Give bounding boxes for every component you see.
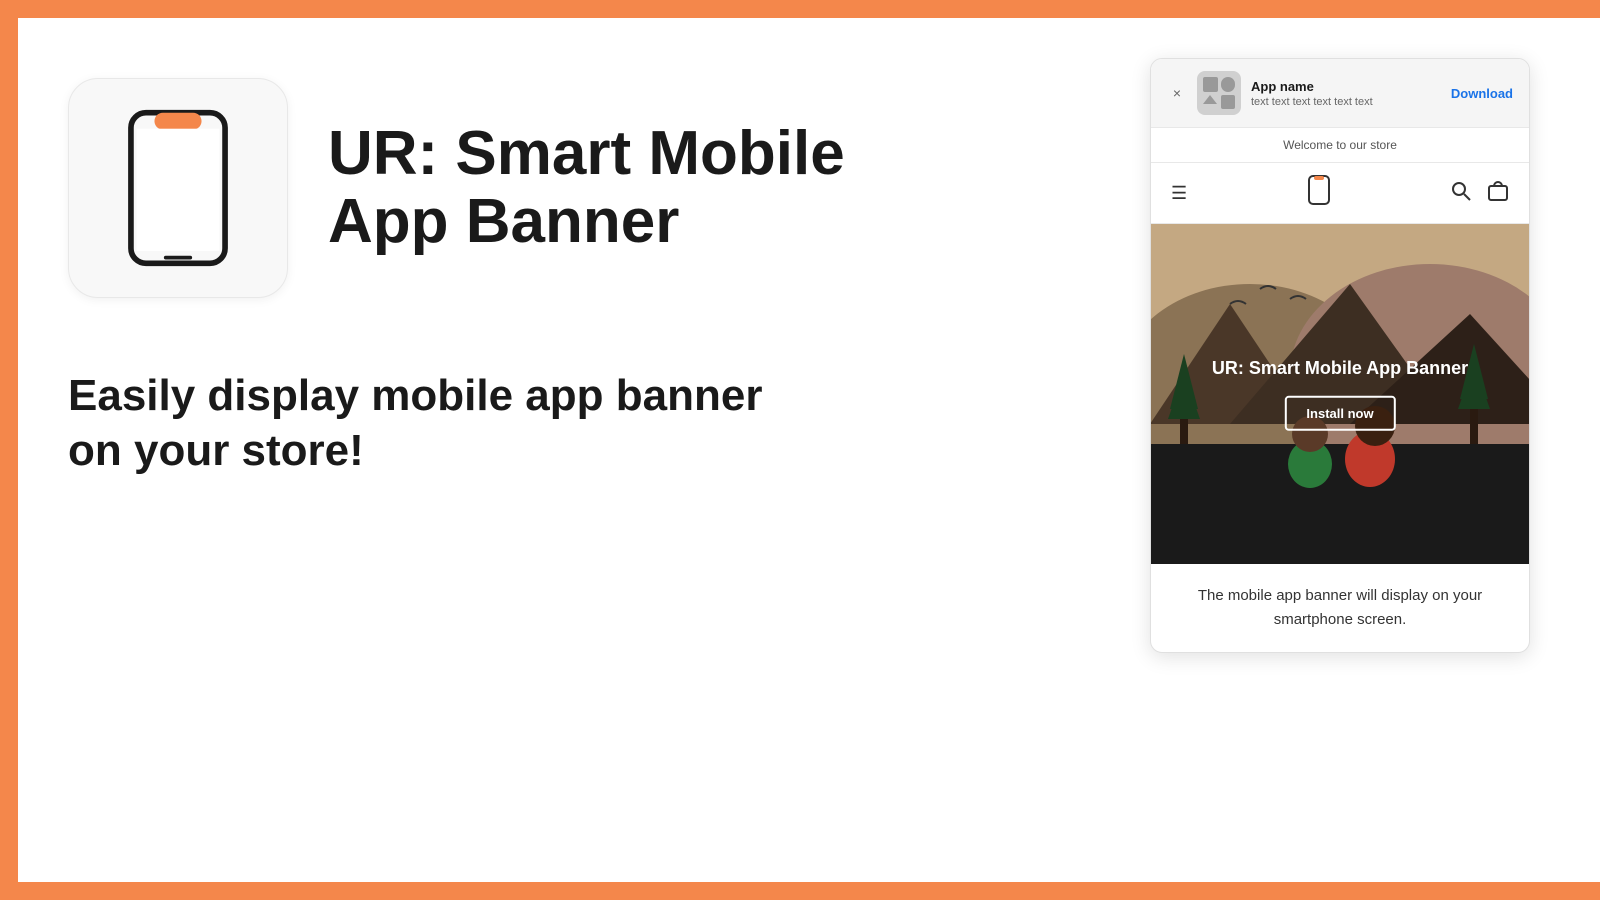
hero-overlay: UR: Smart Mobile App Banner Install now xyxy=(1189,357,1491,431)
main-content: UR: Smart Mobile App Banner Easily displ… xyxy=(18,18,1600,882)
app-sub-label: text text text text text text xyxy=(1251,96,1441,108)
app-info: App name text text text text text text xyxy=(1251,79,1441,108)
icon-square-1 xyxy=(1203,77,1218,92)
hero-title: UR: Smart Mobile App Banner xyxy=(1189,357,1491,380)
phone-icon-svg xyxy=(118,108,238,268)
search-icon[interactable] xyxy=(1451,181,1471,206)
phone-mockup: × App name text text text text text text… xyxy=(1150,58,1530,653)
bottom-orange-bar xyxy=(0,882,1600,900)
hero-section: UR: Smart Mobile App Banner Install now xyxy=(1151,224,1529,564)
phone-nav-icon xyxy=(1307,175,1331,211)
description-section: The mobile app banner will display on yo… xyxy=(1151,564,1529,652)
right-section: × App name text text text text text text… xyxy=(1150,58,1530,653)
description-text: The mobile app banner will display on yo… xyxy=(1167,584,1513,632)
app-icon-row: UR: Smart Mobile App Banner xyxy=(68,78,1150,298)
left-section: UR: Smart Mobile App Banner Easily displ… xyxy=(68,58,1150,478)
app-icon-box xyxy=(68,78,288,298)
welcome-bar: Welcome to our store xyxy=(1151,128,1529,163)
store-nav: ☰ xyxy=(1151,163,1529,224)
nav-right xyxy=(1451,180,1509,207)
icon-circle xyxy=(1221,77,1236,92)
app-title: UR: Smart Mobile App Banner xyxy=(328,120,928,256)
left-orange-bar xyxy=(0,0,18,900)
app-icon-small xyxy=(1197,71,1241,115)
close-button[interactable]: × xyxy=(1167,83,1187,103)
tagline: Easily display mobile app banner on your… xyxy=(68,368,768,478)
app-name-label: App name xyxy=(1251,79,1441,94)
notification-bar: × App name text text text text text text… xyxy=(1151,59,1529,128)
outer-frame: UR: Smart Mobile App Banner Easily displ… xyxy=(0,0,1600,900)
install-now-button[interactable]: Install now xyxy=(1284,396,1395,431)
cart-icon[interactable] xyxy=(1487,180,1509,207)
icon-triangle xyxy=(1203,95,1217,104)
download-button[interactable]: Download xyxy=(1451,86,1513,101)
hamburger-icon[interactable]: ☰ xyxy=(1171,183,1187,204)
icon-square-2 xyxy=(1221,95,1236,110)
top-orange-bar xyxy=(0,0,1600,18)
